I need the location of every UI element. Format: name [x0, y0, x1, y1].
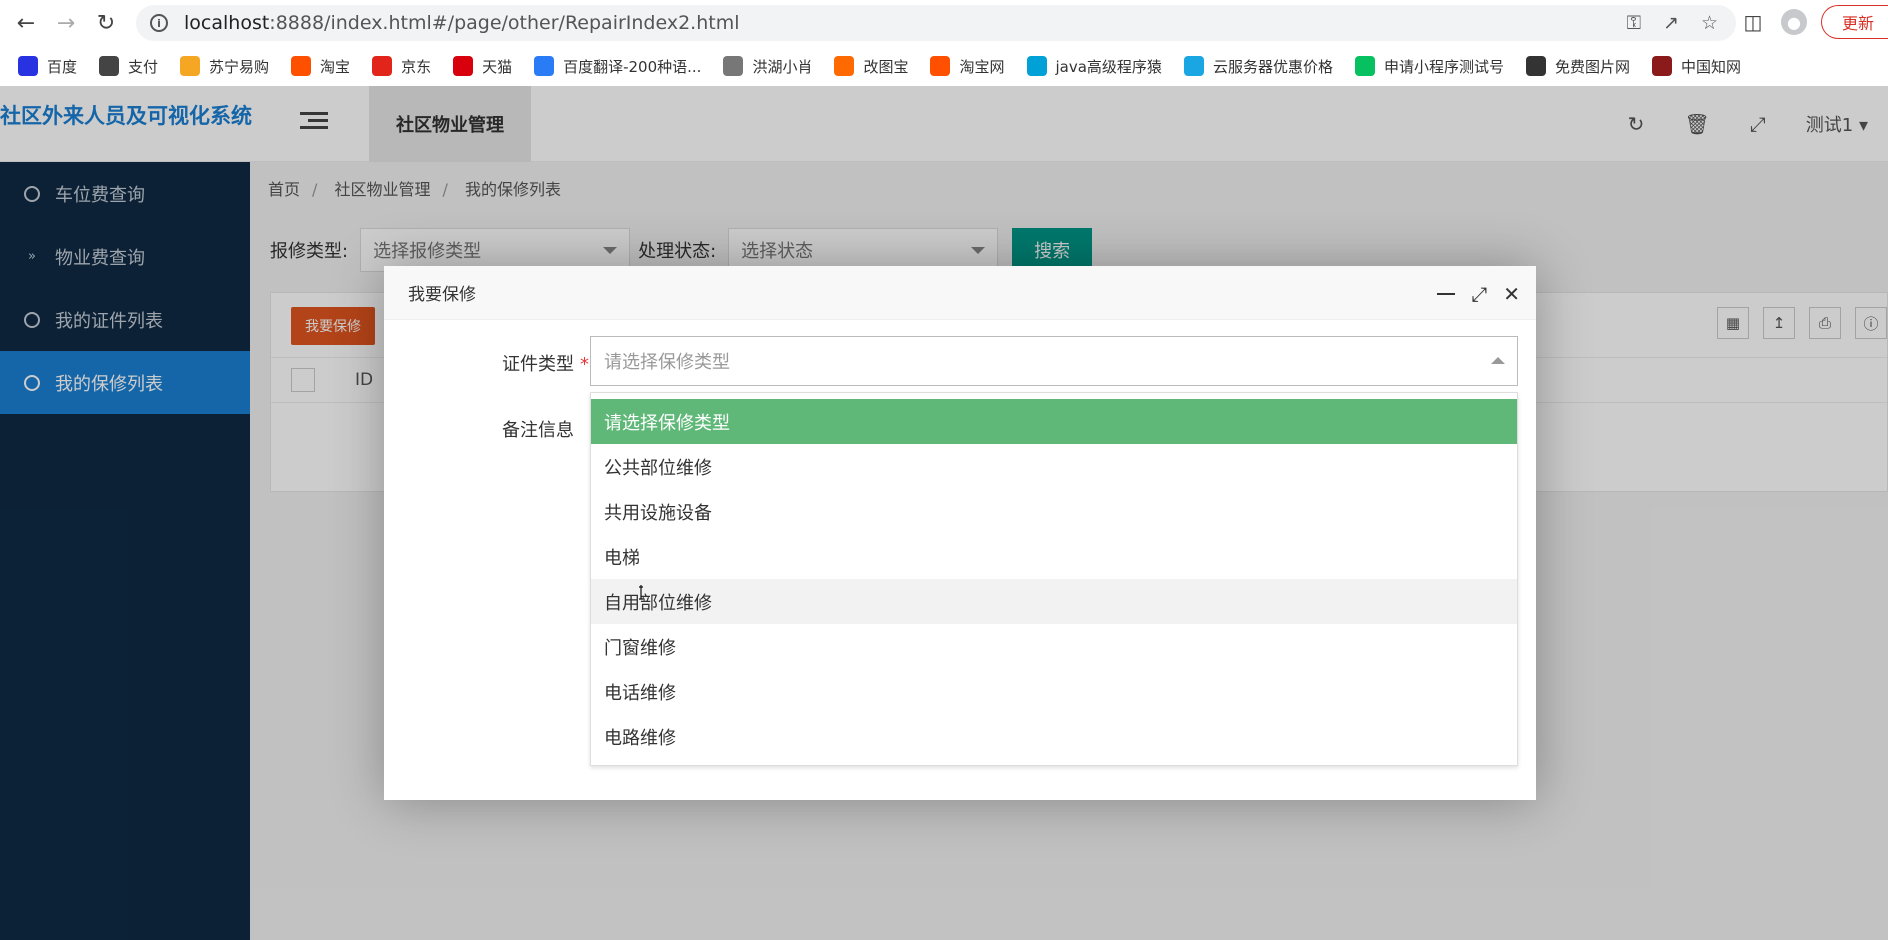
combo-placeholder: 请选择保修类型 — [604, 352, 730, 373]
bookmark-item[interactable]: 百度 — [18, 56, 77, 77]
bookmark-item[interactable]: java高级程序猿 — [1026, 56, 1162, 77]
bookmark-item[interactable]: 洪湖小肖 — [723, 56, 812, 77]
bookmark-label: 百度翻译-200种语... — [563, 57, 702, 76]
maximize-icon[interactable]: ⤢ — [1471, 282, 1487, 306]
bookmark-item[interactable]: 申请小程序测试号 — [1354, 56, 1504, 77]
bookmark-item[interactable]: 京东 — [372, 56, 431, 77]
globe-icon — [99, 56, 120, 76]
minimize-icon[interactable] — [1437, 293, 1456, 295]
bookmark-label: 天猫 — [482, 57, 513, 76]
mouse-cursor-icon — [639, 585, 643, 600]
taobao-icon — [291, 56, 312, 76]
jd-icon — [372, 56, 393, 76]
share-icon[interactable]: ↗ — [1663, 12, 1679, 34]
dialog-title-bar: 我要保修 ⤢ ✕ — [384, 266, 1536, 320]
repair-type-combo[interactable]: 请选择保修类型 — [590, 336, 1518, 386]
browser-toolbar: ← → ↻ i localhost:8888/index.html#/page/… — [0, 0, 1888, 46]
dropdown-option[interactable]: 公共部位维修 — [591, 444, 1517, 489]
back-arrow-icon[interactable]: ← — [6, 3, 46, 43]
bookmark-item[interactable]: 中国知网 — [1651, 56, 1741, 77]
repair-dialog: 我要保修 ⤢ ✕ 证件类型 * 请选择保修类型 备注信息 请选择保修类型 公共部位维… — [384, 266, 1536, 800]
dropdown-option[interactable]: 电路维修 — [591, 714, 1517, 759]
star-icon[interactable]: ☆ — [1701, 12, 1718, 34]
bookmark-label: 京东 — [401, 57, 432, 76]
taobao-icon — [930, 56, 951, 76]
dialog-title: 我要保修 — [408, 285, 476, 305]
profile-avatar-icon[interactable]: ● — [1780, 9, 1807, 35]
dropdown-option[interactable]: 共用设施设备 — [591, 489, 1517, 534]
dropdown-option[interactable]: 自用部位维修 — [591, 579, 1517, 624]
translate-icon — [534, 56, 555, 76]
bookmark-label: 百度 — [47, 57, 78, 76]
dropdown-option[interactable]: 请选择保修类型 — [591, 399, 1517, 444]
wechat-icon — [1354, 56, 1375, 76]
bird-icon — [723, 56, 744, 76]
caret-up-icon — [1491, 357, 1505, 364]
dropdown-option[interactable]: 电话维修 — [591, 669, 1517, 714]
bookmark-item[interactable]: 免费图片网 — [1525, 56, 1630, 77]
bookmark-item[interactable]: 淘宝网 — [930, 56, 1005, 77]
bookmark-label: 免费图片网 — [1554, 57, 1630, 76]
bookmark-item[interactable]: 天猫 — [453, 56, 512, 77]
bookmark-label: 支付 — [128, 57, 159, 76]
note-label: 备注信息 — [502, 420, 574, 441]
bookmark-item[interactable]: 淘宝 — [291, 56, 350, 77]
bookmark-label: 中国知网 — [1680, 57, 1741, 76]
update-button[interactable]: 更新 — [1820, 5, 1888, 39]
image-icon — [834, 56, 855, 76]
bookmark-label: 申请小程序测试号 — [1383, 57, 1504, 76]
bookmark-item[interactable]: 支付 — [99, 56, 158, 77]
bookmark-label: 苏宁易购 — [209, 57, 270, 76]
bookmark-item[interactable]: 百度翻译-200种语... — [534, 56, 701, 77]
bookmark-item[interactable]: 苏宁易购 — [180, 56, 269, 77]
bookmark-label: 洪湖小肖 — [752, 57, 813, 76]
url-text: localhost:8888/index.html#/page/other/Re… — [184, 12, 740, 34]
bookmark-item[interactable]: 改图宝 — [834, 56, 908, 77]
reload-icon[interactable]: ↻ — [86, 3, 126, 43]
cnki-icon — [1651, 56, 1672, 76]
side-panel-icon[interactable]: ◫ — [1739, 8, 1767, 36]
bilibili-icon — [1026, 56, 1047, 76]
address-bar[interactable]: i localhost:8888/index.html#/page/other/… — [136, 5, 1736, 41]
certificate-type-label: 证件类型 * — [502, 354, 589, 375]
bookmark-label: 改图宝 — [863, 57, 909, 76]
bookmark-label: 淘宝网 — [959, 57, 1005, 76]
forward-arrow-icon[interactable]: → — [46, 3, 86, 43]
info-icon[interactable]: i — [150, 14, 168, 32]
dropdown-option[interactable]: 电梯 — [591, 534, 1517, 579]
bookmark-label: 云服务器优惠价格 — [1212, 57, 1333, 76]
tumblr-icon — [1525, 56, 1546, 76]
bookmarks-bar: 百度 支付 苏宁易购 淘宝 京东 天猫 百度翻译-200种语... 洪湖小肖 改图宝 淘宝网 jav… — [0, 46, 1888, 86]
repair-type-dropdown: 请选择保修类型 公共部位维修 共用设施设备 电梯 自用部位维修 门窗维修 电话维修 电路维修 — [590, 392, 1518, 766]
bookmark-label: 淘宝 — [320, 57, 351, 76]
bookmark-label: java高级程序猿 — [1055, 57, 1162, 76]
suning-icon — [180, 56, 201, 76]
tmall-icon — [453, 56, 474, 76]
close-icon[interactable]: ✕ — [1503, 282, 1520, 306]
cloud-icon — [1183, 56, 1204, 76]
bookmark-item[interactable]: 云服务器优惠价格 — [1183, 56, 1333, 77]
key-icon[interactable]: ⚿ — [1627, 12, 1641, 34]
paw-icon — [18, 56, 38, 76]
dropdown-option[interactable]: 门窗维修 — [591, 624, 1517, 669]
